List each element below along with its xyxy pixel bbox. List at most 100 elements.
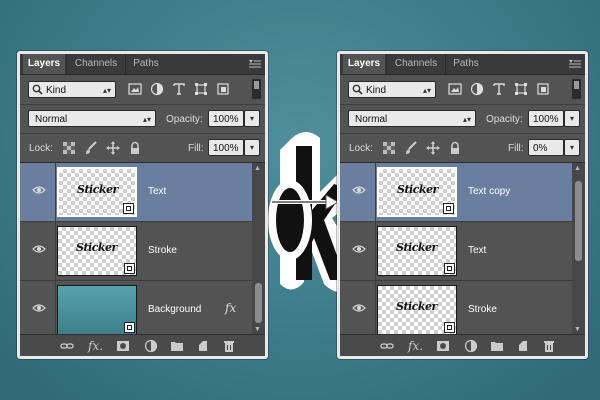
- panel-footer: fx.: [340, 334, 585, 356]
- trash-icon[interactable]: [222, 339, 236, 353]
- smart-object-badge-icon: [443, 203, 454, 214]
- mask-icon[interactable]: [436, 339, 450, 353]
- chevron-updown-icon: ▴▾: [462, 115, 471, 124]
- kind-filter-select[interactable]: Kind ▴▾: [28, 81, 116, 98]
- layer-thumbnail[interactable]: Sticker: [57, 226, 137, 276]
- shape-filter-icon[interactable]: [194, 82, 208, 96]
- layer-name[interactable]: Text copy: [468, 186, 510, 197]
- lock-transparent-icon[interactable]: [62, 141, 76, 155]
- new-layer-icon[interactable]: [196, 339, 210, 353]
- lock-transparent-icon[interactable]: [382, 141, 396, 155]
- panel-tabs: Layers Channels Paths: [340, 54, 585, 75]
- layers-panel-left: Layers Channels Paths Kind ▴▾ Normal ▴▾ …: [17, 51, 268, 359]
- eye-icon[interactable]: [352, 185, 366, 195]
- layer-row-stroke[interactable]: Sticker Stroke: [20, 222, 252, 281]
- layers-scrollbar[interactable]: ▲ ▼: [252, 163, 265, 335]
- panel-menu-icon[interactable]: [249, 58, 261, 70]
- layer-row-stroke[interactable]: Sticker Stroke: [340, 281, 572, 340]
- image-filter-icon[interactable]: [448, 82, 462, 96]
- eye-icon[interactable]: [352, 244, 366, 254]
- smart-object-filter-icon[interactable]: [536, 82, 550, 96]
- layer-row-background[interactable]: Background fx: [20, 281, 252, 340]
- panel-menu-icon[interactable]: [569, 58, 581, 70]
- fill-field[interactable]: 0%: [528, 139, 564, 156]
- layers-scrollbar[interactable]: ▲ ▼: [572, 163, 585, 335]
- tab-paths[interactable]: Paths: [445, 54, 486, 74]
- scroll-down-icon[interactable]: ▼: [574, 326, 581, 333]
- fx-icon[interactable]: fx.: [408, 339, 423, 353]
- filter-row: Kind ▴▾: [340, 75, 585, 103]
- filter-toggle[interactable]: [572, 79, 581, 99]
- type-filter-icon[interactable]: [172, 82, 186, 96]
- lock-all-icon[interactable]: [448, 141, 462, 155]
- opacity-dropdown-button[interactable]: ▾: [244, 110, 260, 127]
- panel-footer: fx.: [20, 334, 265, 356]
- fill-dropdown-button[interactable]: ▾: [244, 139, 260, 156]
- lock-position-icon[interactable]: [106, 141, 120, 155]
- layer-name[interactable]: Stroke: [468, 304, 497, 315]
- blend-mode-select[interactable]: Normal ▴▾: [348, 110, 476, 127]
- layer-row-text[interactable]: Sticker Text: [340, 222, 572, 281]
- divider: [375, 281, 376, 339]
- fill-field[interactable]: 100%: [208, 139, 244, 156]
- layer-thumbnail[interactable]: Sticker: [377, 167, 457, 217]
- tab-channels[interactable]: Channels: [66, 54, 125, 74]
- layer-thumbnail[interactable]: Sticker: [377, 285, 457, 335]
- lock-all-icon[interactable]: [128, 141, 142, 155]
- panel-tabs: Layers Channels Paths: [20, 54, 265, 75]
- mask-icon[interactable]: [116, 339, 130, 353]
- fx-icon[interactable]: fx.: [88, 339, 103, 353]
- layer-name[interactable]: Text: [468, 245, 486, 256]
- opacity-field[interactable]: 100%: [208, 110, 244, 127]
- adjustment-filter-icon[interactable]: [470, 82, 484, 96]
- opacity-dropdown-button[interactable]: ▾: [564, 110, 580, 127]
- eye-icon[interactable]: [32, 244, 46, 254]
- lock-image-icon[interactable]: [84, 141, 98, 155]
- scroll-up-icon[interactable]: ▲: [254, 165, 261, 172]
- fx-icon[interactable]: fx: [225, 301, 236, 315]
- fill-dropdown-button[interactable]: ▾: [564, 139, 580, 156]
- smart-object-filter-icon[interactable]: [216, 82, 230, 96]
- eye-icon[interactable]: [352, 303, 366, 313]
- adjustment-icon[interactable]: [464, 339, 478, 353]
- kind-filter-value: Kind: [46, 85, 67, 96]
- image-filter-icon[interactable]: [128, 82, 142, 96]
- lock-image-icon[interactable]: [404, 141, 418, 155]
- adjustment-icon[interactable]: [144, 339, 158, 353]
- scrollbar-thumb[interactable]: [575, 181, 582, 261]
- filter-toggle[interactable]: [252, 79, 261, 99]
- layer-name[interactable]: Background: [148, 304, 201, 315]
- kind-filter-select[interactable]: Kind ▴▾: [348, 81, 436, 98]
- layer-name[interactable]: Text: [148, 186, 166, 197]
- lock-label: Lock:: [29, 143, 53, 154]
- scroll-down-icon[interactable]: ▼: [254, 326, 261, 333]
- layer-row-text[interactable]: Sticker Text: [20, 163, 252, 222]
- layer-thumbnail[interactable]: Sticker: [377, 226, 457, 276]
- tab-channels[interactable]: Channels: [386, 54, 445, 74]
- layer-thumbnail[interactable]: [57, 285, 137, 335]
- lock-position-icon[interactable]: [426, 141, 440, 155]
- type-filter-icon[interactable]: [492, 82, 506, 96]
- layer-thumbnail[interactable]: Sticker: [57, 167, 137, 217]
- blend-mode-select[interactable]: Normal ▴▾: [28, 110, 156, 127]
- folder-icon[interactable]: [490, 339, 504, 353]
- link-icon[interactable]: [380, 339, 394, 353]
- adjustment-filter-icon[interactable]: [150, 82, 164, 96]
- tab-paths[interactable]: Paths: [125, 54, 166, 74]
- opacity-field[interactable]: 100%: [528, 110, 564, 127]
- scroll-up-icon[interactable]: ▲: [574, 165, 581, 172]
- layer-name[interactable]: Stroke: [148, 245, 177, 256]
- divider: [375, 163, 376, 221]
- eye-icon[interactable]: [32, 185, 46, 195]
- tab-layers[interactable]: Layers: [343, 54, 385, 74]
- folder-icon[interactable]: [170, 339, 184, 353]
- layer-row-text-copy[interactable]: Sticker Text copy: [340, 163, 572, 222]
- divider: [55, 163, 56, 221]
- new-layer-icon[interactable]: [516, 339, 530, 353]
- scrollbar-thumb[interactable]: [255, 283, 262, 323]
- link-icon[interactable]: [60, 339, 74, 353]
- shape-filter-icon[interactable]: [514, 82, 528, 96]
- trash-icon[interactable]: [542, 339, 556, 353]
- tab-layers[interactable]: Layers: [23, 54, 65, 74]
- eye-icon[interactable]: [32, 303, 46, 313]
